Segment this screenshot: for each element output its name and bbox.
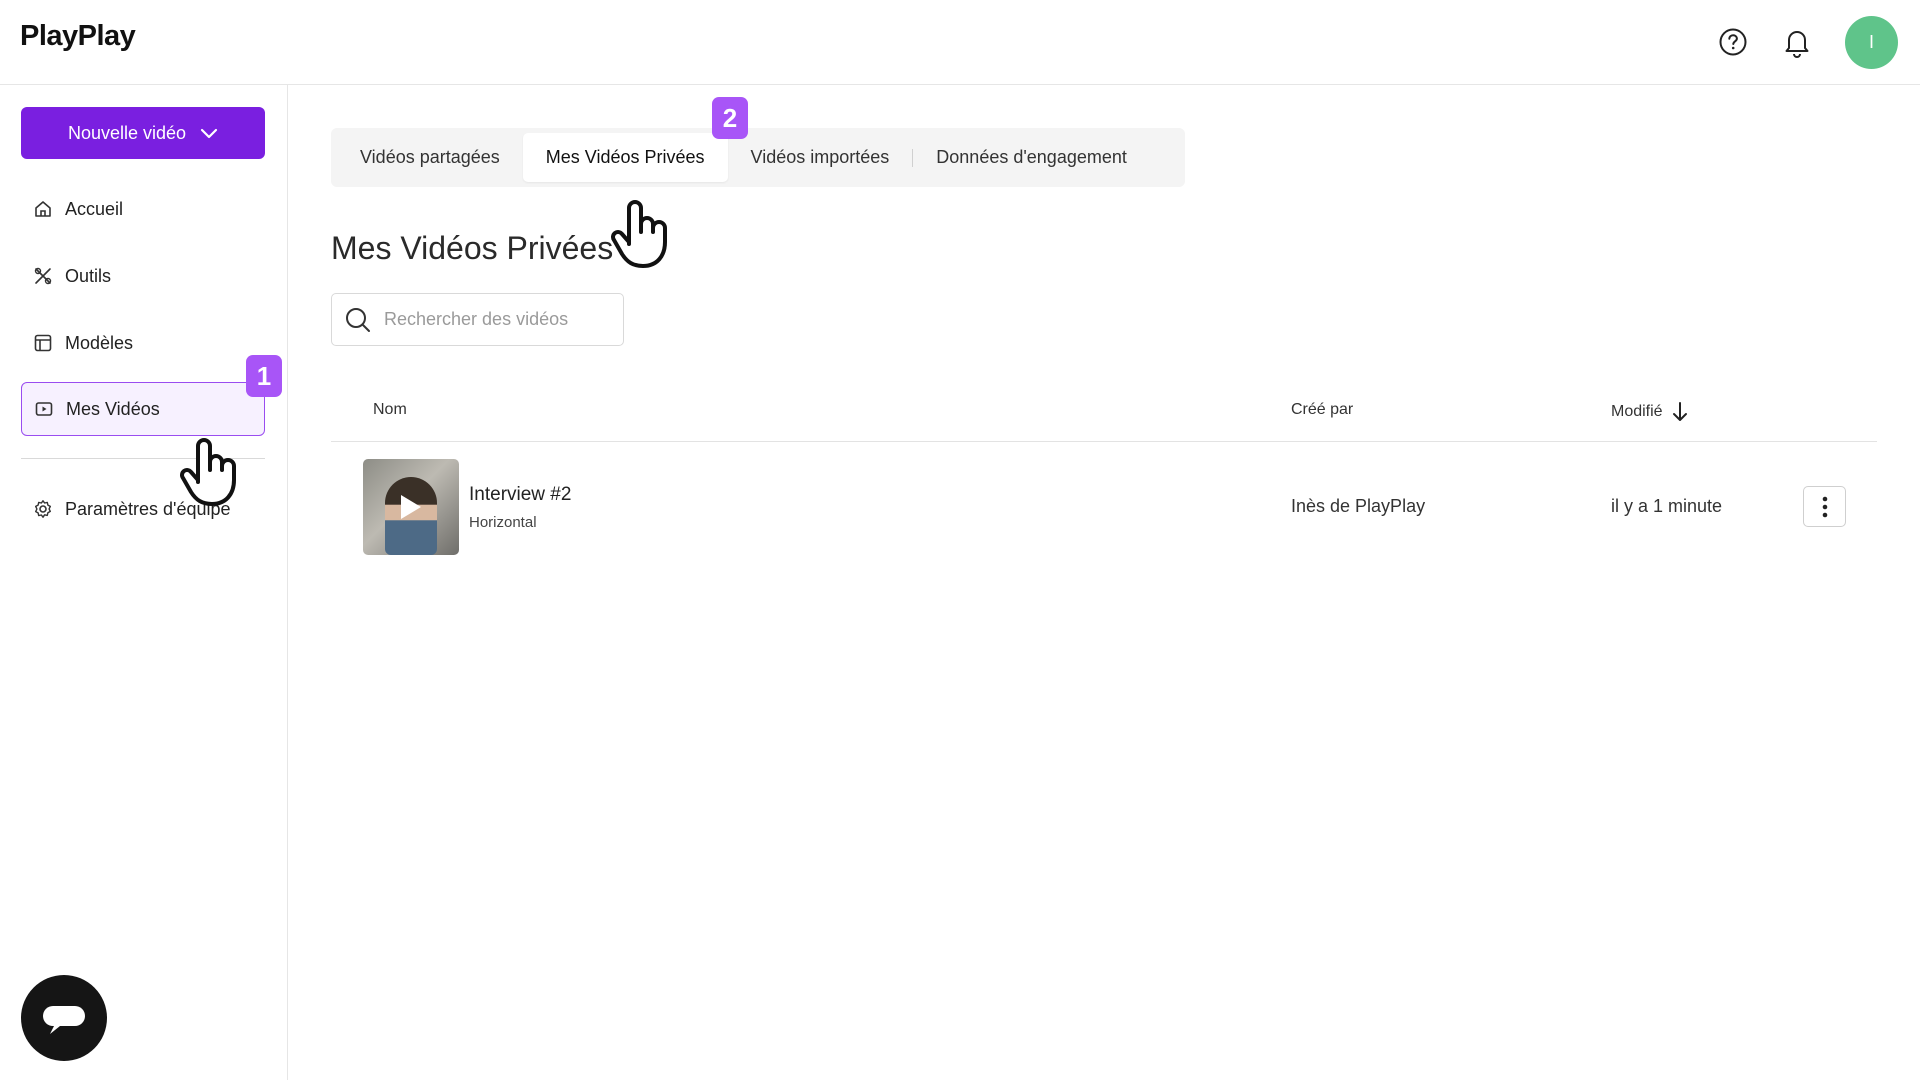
sidebar-item-label: Modèles	[65, 332, 134, 353]
video-thumbnail[interactable]	[363, 459, 459, 555]
chevron-down-icon	[200, 128, 218, 139]
sidebar-item-label: Accueil	[65, 198, 124, 219]
video-format: Horizontal	[469, 514, 537, 531]
column-header-modified[interactable]: Modifié	[1611, 401, 1689, 423]
column-header-created-by[interactable]: Créé par	[1291, 401, 1353, 419]
tab-mes-videos-privees[interactable]: Mes Vidéos Privées	[522, 133, 728, 182]
new-video-label: Nouvelle vidéo	[67, 122, 187, 143]
sidebar-item-mes-videos[interactable]: Mes Vidéos	[21, 382, 265, 436]
home-icon	[35, 201, 51, 217]
column-header-label: Modifié	[1611, 403, 1663, 420]
user-avatar[interactable]: I	[1845, 16, 1898, 69]
column-header-label: Créé par	[1291, 401, 1354, 418]
video-icon	[35, 402, 53, 416]
tab-donnees-engagement[interactable]: Données d'engagement	[913, 133, 1150, 182]
gear-icon	[35, 500, 51, 518]
column-header-label: Nom	[373, 401, 407, 418]
tab-videos-importees[interactable]: Vidéos importées	[728, 133, 913, 182]
table-header-divider	[331, 441, 1877, 442]
more-options-button[interactable]	[1803, 486, 1846, 527]
more-vertical-icon	[1822, 496, 1827, 517]
video-name[interactable]: Interview #2	[469, 484, 571, 506]
hand-pointer-cursor-icon	[611, 200, 667, 268]
templates-icon	[34, 334, 52, 352]
sidebar-item-label: Mes Vidéos	[66, 398, 160, 419]
top-header: PlayPlay I	[0, 0, 1920, 85]
notification-bell-icon[interactable]	[1779, 24, 1815, 60]
hand-pointer-cursor-icon	[180, 438, 236, 506]
new-video-button[interactable]: Nouvelle vidéo	[21, 107, 265, 159]
video-tabs: Vidéos partagées Mes Vidéos Privées Vidé…	[331, 128, 1185, 187]
step-badge-2: 2	[712, 97, 748, 139]
sidebar-item-label: Outils	[65, 265, 112, 286]
search-icon	[346, 307, 370, 332]
help-icon[interactable]	[1715, 24, 1751, 60]
playplay-logo[interactable]: PlayPlay	[20, 20, 136, 53]
step-badge-1: 1	[246, 355, 282, 397]
search-box[interactable]	[331, 293, 624, 346]
tools-icon	[34, 267, 52, 285]
search-input[interactable]	[384, 309, 604, 330]
sidebar-item-modeles[interactable]: Modèles	[21, 316, 265, 370]
video-creator: Inès de PlayPlay	[1291, 496, 1426, 516]
tab-videos-partagees[interactable]: Vidéos partagées	[337, 133, 523, 182]
chat-icon	[43, 1006, 85, 1034]
chat-support-button[interactable]	[21, 975, 107, 1061]
page-title: Mes Vidéos Privées	[331, 230, 614, 266]
column-header-name[interactable]: Nom	[373, 401, 407, 419]
video-modified: il y a 1 minute	[1611, 496, 1723, 516]
sidebar-item-accueil[interactable]: Accueil	[21, 182, 265, 236]
play-icon	[401, 495, 421, 519]
sidebar: Nouvelle vidéo Accueil Outils Modèles Me…	[0, 85, 288, 1080]
sidebar-item-outils[interactable]: Outils	[21, 249, 265, 303]
sort-down-arrow-icon[interactable]	[1671, 401, 1689, 423]
